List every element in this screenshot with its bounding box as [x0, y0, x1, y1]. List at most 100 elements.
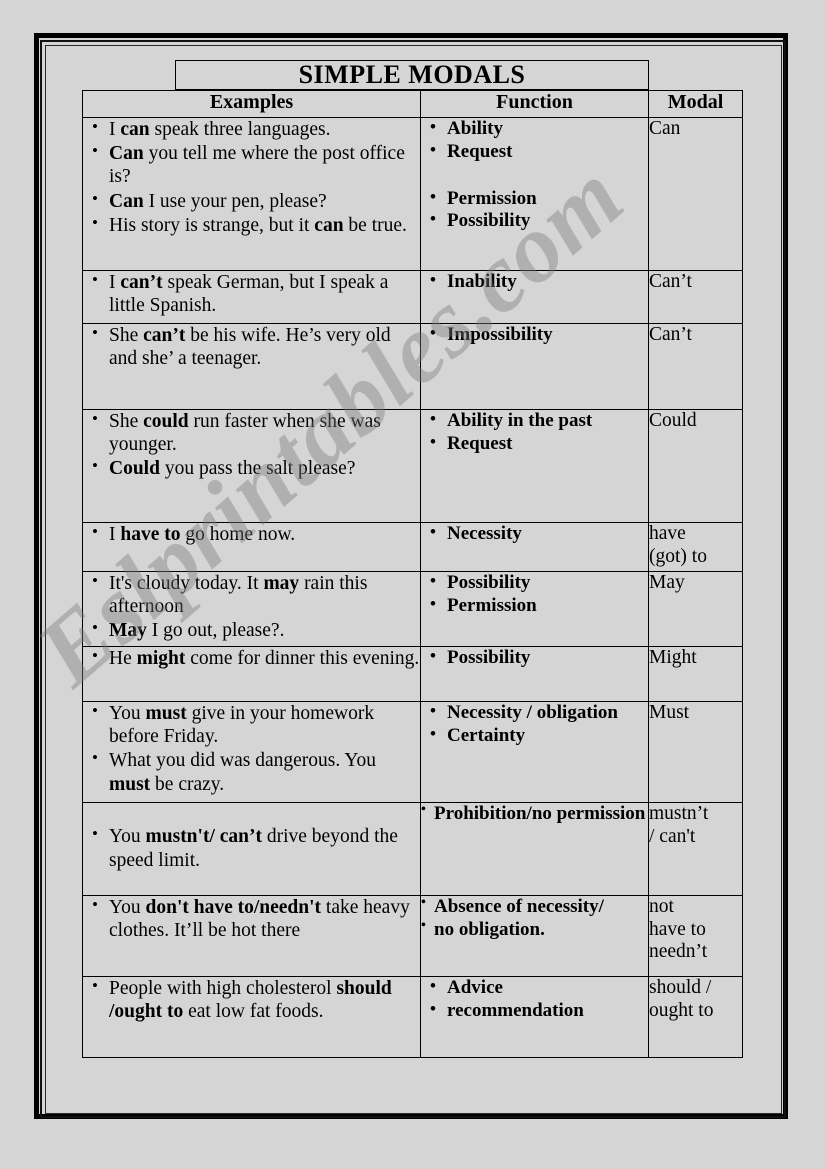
- function-cell: Necessity: [420, 522, 649, 572]
- examples-list: She can’t be his wife. He’s very old and…: [83, 323, 420, 370]
- function-item: recommendation: [421, 999, 648, 1023]
- function-list: Possibility: [421, 646, 648, 670]
- function-list: PossibilityPermission: [421, 571, 648, 618]
- examples-cell: I can’t speak German, but I speak a litt…: [82, 270, 421, 324]
- examples-list: He might come for dinner this evening.: [83, 646, 420, 670]
- example-item: You mustn't/ can’t drive beyond the spee…: [83, 824, 420, 871]
- worksheet-title-box: SIMPLE MODALS: [175, 60, 649, 90]
- function-item: Inability: [421, 270, 648, 294]
- examples-list: It's cloudy today. It may rain this afte…: [83, 571, 420, 643]
- function-item: Impossibility: [421, 323, 648, 347]
- table-row: She could run faster when she was younge…: [82, 409, 743, 523]
- modal-cell: Must: [648, 701, 743, 803]
- function-cell: AbilityRequest PermissionPossibility: [420, 117, 649, 271]
- example-item: Can you tell me where the post office is…: [83, 141, 420, 188]
- modal-cell: Can: [648, 117, 743, 271]
- modals-table: Examples Function Modal I can speak thre…: [82, 90, 743, 1058]
- function-cell: Prohibition/no permission: [420, 802, 649, 896]
- examples-cell: People with high cholesterol should /oug…: [82, 976, 421, 1058]
- examples-cell: I can speak three languages.Can you tell…: [82, 117, 421, 271]
- column-header-function: Function: [420, 90, 649, 118]
- function-cell: Inability: [420, 270, 649, 324]
- examples-cell: She can’t be his wife. He’s very old and…: [82, 323, 421, 410]
- table-body: I can speak three languages.Can you tell…: [82, 117, 743, 1058]
- function-item: Permission: [421, 187, 648, 211]
- example-item: What you did was dangerous. You must be …: [83, 748, 420, 795]
- examples-cell: It's cloudy today. It may rain this afte…: [82, 571, 421, 647]
- function-cell: Impossibility: [420, 323, 649, 410]
- examples-list: She could run faster when she was younge…: [83, 409, 420, 481]
- examples-cell: She could run faster when she was younge…: [82, 409, 421, 523]
- table-header: Examples Function Modal: [82, 90, 743, 118]
- table-row: She can’t be his wife. He’s very old and…: [82, 323, 743, 410]
- example-item: He might come for dinner this evening.: [83, 646, 420, 670]
- modal-cell: Could: [648, 409, 743, 523]
- examples-list: I can speak three languages.Can you tell…: [83, 117, 420, 237]
- column-header-modal: Modal: [648, 90, 743, 118]
- function-list: Prohibition/no permission: [421, 802, 648, 826]
- page-title: SIMPLE MODALS: [298, 60, 526, 89]
- examples-list: You must give in your homework before Fr…: [83, 701, 420, 796]
- example-item: I can’t speak German, but I speak a litt…: [83, 270, 420, 317]
- function-list: Inability: [421, 270, 648, 294]
- function-item: Advice: [421, 976, 648, 1000]
- example-item: I have to go home now.: [83, 522, 420, 546]
- function-cell: Possibility: [420, 646, 649, 702]
- table-row: I have to go home now.Necessityhave (got…: [82, 522, 743, 572]
- function-item: Possibility: [421, 646, 648, 670]
- function-list: Absence of necessity/no obligation.: [421, 895, 648, 942]
- function-item: Certainty: [421, 724, 648, 748]
- example-item: Could you pass the salt please?: [83, 456, 420, 480]
- function-item: Prohibition/no permission: [421, 802, 648, 826]
- table-row: It's cloudy today. It may rain this afte…: [82, 571, 743, 647]
- function-list: Advicerecommendation: [421, 976, 648, 1023]
- function-item: Possibility: [421, 209, 648, 233]
- examples-cell: He might come for dinner this evening.: [82, 646, 421, 702]
- function-item: Ability: [421, 117, 648, 141]
- function-list: Ability in the pastRequest: [421, 409, 648, 456]
- table-row: He might come for dinner this evening.Po…: [82, 646, 743, 702]
- modal-cell: Might: [648, 646, 743, 702]
- function-cell: Necessity / obligationCertainty: [420, 701, 649, 803]
- table-header-row: Examples Function Modal: [82, 90, 743, 118]
- example-item: She can’t be his wife. He’s very old and…: [83, 323, 420, 370]
- examples-list: People with high cholesterol should /oug…: [83, 976, 420, 1023]
- modal-cell: May: [648, 571, 743, 647]
- examples-cell: I have to go home now.: [82, 522, 421, 572]
- function-item: Ability in the past: [421, 409, 648, 433]
- examples-list: I have to go home now.: [83, 522, 420, 546]
- column-header-examples: Examples: [82, 90, 421, 118]
- function-list: Necessity: [421, 522, 648, 546]
- table-row: You don't have to/needn't take heavy clo…: [82, 895, 743, 977]
- modal-cell: mustn’t / can't: [648, 802, 743, 896]
- example-item: His story is strange, but it can be true…: [83, 213, 420, 237]
- example-item: I can speak three languages.: [83, 117, 420, 141]
- function-item: Absence of necessity/: [421, 895, 648, 919]
- examples-list: You don't have to/needn't take heavy clo…: [83, 895, 420, 942]
- worksheet-content: SIMPLE MODALS Examples Function Modal I …: [0, 0, 826, 1169]
- modal-cell: have (got) to: [648, 522, 743, 572]
- function-list: Impossibility: [421, 323, 648, 347]
- table-row: I can’t speak German, but I speak a litt…: [82, 270, 743, 324]
- example-item: She could run faster when she was younge…: [83, 409, 420, 456]
- function-item: Possibility: [421, 571, 648, 595]
- function-cell: PossibilityPermission: [420, 571, 649, 647]
- example-item: You must give in your homework before Fr…: [83, 701, 420, 748]
- function-list: Necessity / obligationCertainty: [421, 701, 648, 748]
- function-list: AbilityRequest PermissionPossibility: [421, 117, 648, 233]
- function-item: Request: [421, 432, 648, 456]
- examples-cell: You mustn't/ can’t drive beyond the spee…: [82, 802, 421, 896]
- example-item: May I go out, please?.: [83, 618, 420, 642]
- modal-cell: not have to needn’t: [648, 895, 743, 977]
- function-item: Permission: [421, 594, 648, 618]
- examples-list: I can’t speak German, but I speak a litt…: [83, 270, 420, 317]
- modal-cell: Can’t: [648, 323, 743, 410]
- examples-list: You mustn't/ can’t drive beyond the spee…: [83, 824, 420, 871]
- table-row: I can speak three languages.Can you tell…: [82, 117, 743, 271]
- examples-cell: You must give in your homework before Fr…: [82, 701, 421, 803]
- table-row: You mustn't/ can’t drive beyond the spee…: [82, 802, 743, 896]
- function-cell: Ability in the pastRequest: [420, 409, 649, 523]
- example-item: Can I use your pen, please?: [83, 189, 420, 213]
- modal-cell: should / ought to: [648, 976, 743, 1058]
- table-row: You must give in your homework before Fr…: [82, 701, 743, 803]
